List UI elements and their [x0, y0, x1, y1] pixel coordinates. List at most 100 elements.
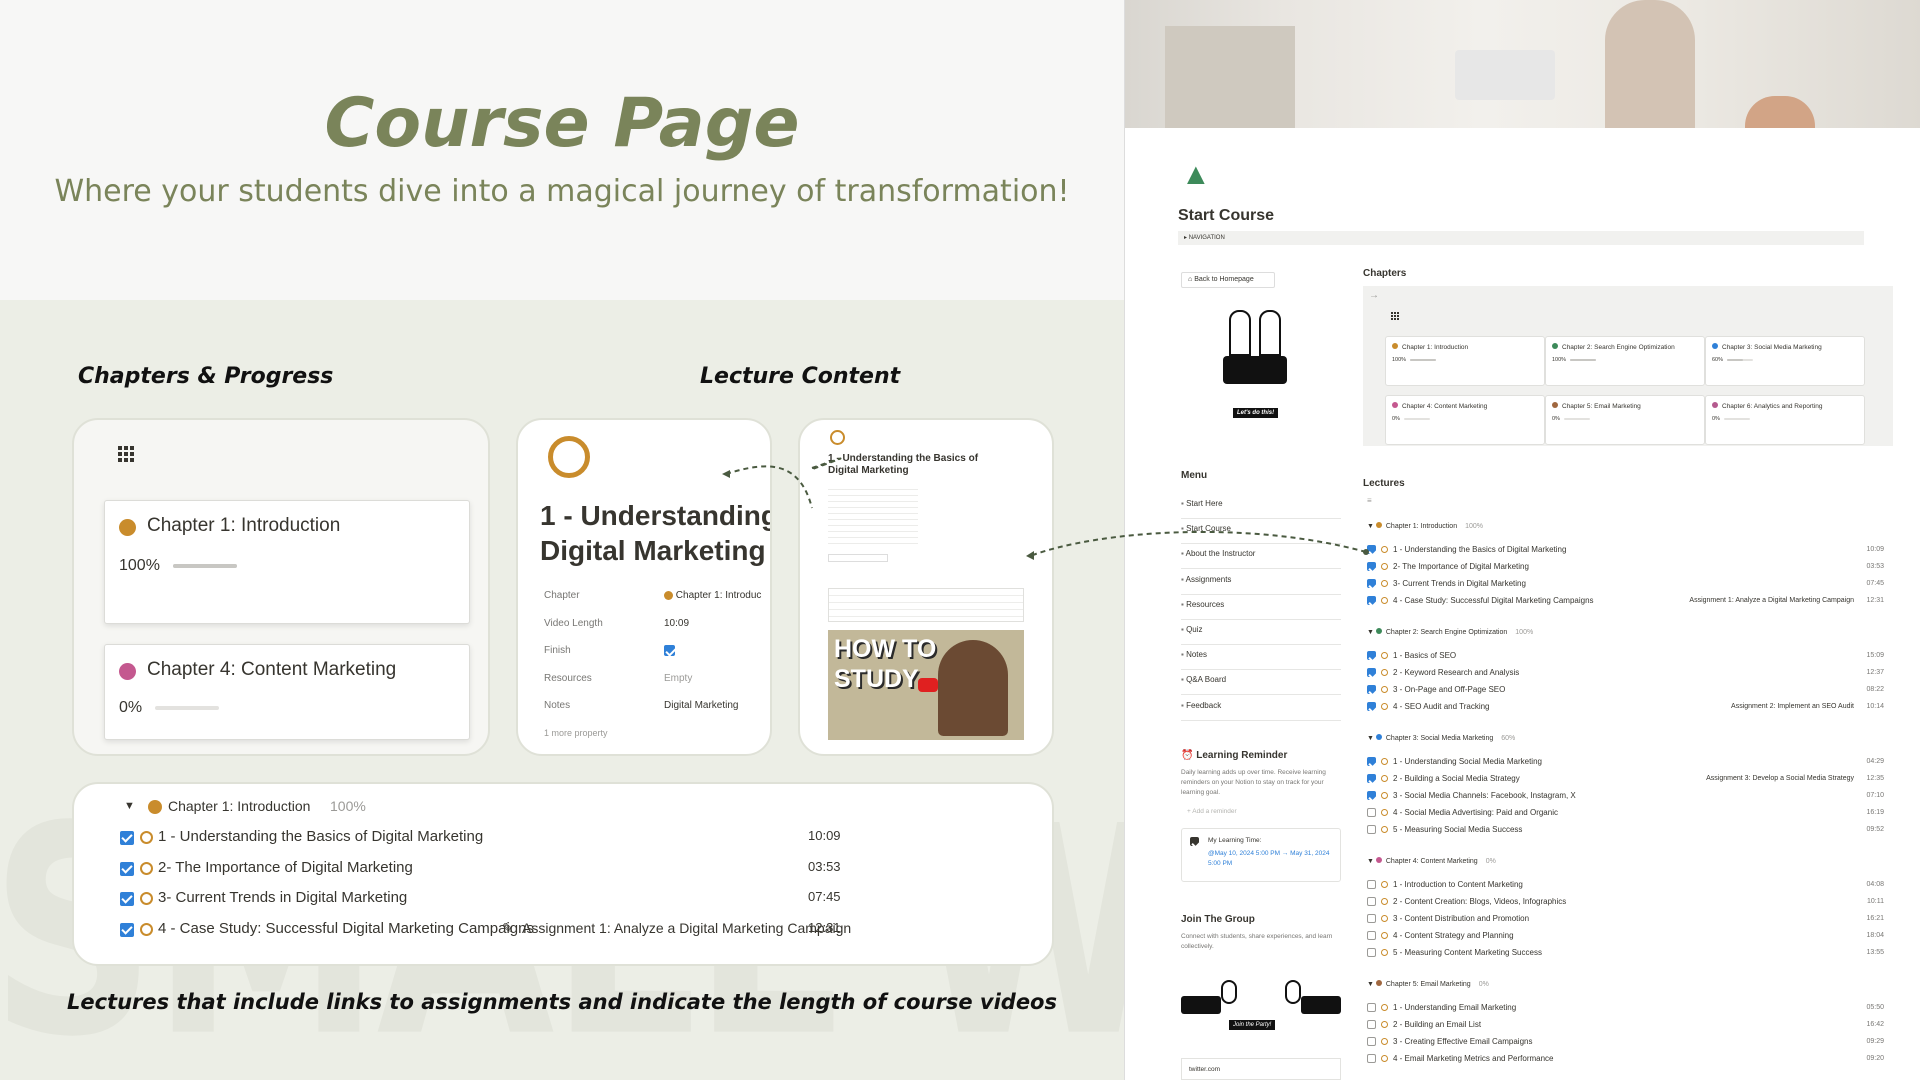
more-properties[interactable]: 1 more property [544, 720, 770, 748]
chapter-card[interactable]: Chapter 1: Introduction 100% [1385, 336, 1545, 386]
checkbox[interactable] [120, 861, 134, 876]
table-row[interactable]: 1 - Understanding Social Media Marketing… [1367, 754, 1892, 770]
group-header[interactable]: ▼ Chapter 4: Content Marketing 0% [1367, 857, 1496, 865]
play-icon[interactable] [918, 678, 938, 692]
chapter-card[interactable]: Chapter 6: Analytics and Reporting 0% [1705, 395, 1865, 445]
table-row[interactable]: 3 - Content Distribution and Promotion 16… [1367, 911, 1892, 927]
collapse-toggle-icon[interactable]: ▼ [1367, 858, 1376, 865]
menu-item[interactable]: ▪ Q&A Board [1181, 670, 1341, 696]
prop-row[interactable]: Chapter Chapter 1: Introduc [544, 582, 770, 610]
menu-item[interactable]: ▪ Notes [1181, 645, 1341, 671]
table-row[interactable]: 4 - Social Media Advertising: Paid and O… [1367, 805, 1892, 821]
arrow-icon[interactable]: → [1369, 290, 1379, 301]
table-row[interactable]: 4 - Case Study: Successful Digital Marke… [120, 920, 1020, 944]
twitter-link[interactable]: twitter.com [1181, 1058, 1341, 1080]
group-header[interactable]: ▼ Chapter 1: Introduction 100% [1367, 522, 1483, 530]
checkbox[interactable] [1367, 880, 1376, 889]
table-row[interactable]: 3 - Creating Effective Email Campaigns 09… [1367, 1034, 1892, 1050]
checkbox[interactable] [1367, 825, 1376, 834]
table-row[interactable]: 4 - Content Strategy and Planning 18:04 [1367, 928, 1892, 944]
checkbox[interactable] [1367, 948, 1376, 957]
checkbox[interactable] [1367, 1003, 1376, 1012]
table-row[interactable]: 4 - Email Marketing Metrics and Performa… [1367, 1051, 1892, 1067]
table-row[interactable]: 1 - Introduction to Content Marketing 04:… [1367, 877, 1892, 893]
table-row[interactable]: 1 - Understanding the Basics of Digital … [1367, 542, 1892, 558]
table-row[interactable]: 2 - Keyword Research and Analysis 12:37 [1367, 665, 1892, 681]
checkbox[interactable] [1367, 774, 1376, 783]
checkbox[interactable] [1367, 757, 1376, 766]
checkbox[interactable] [1367, 1020, 1376, 1029]
chapter-card[interactable]: Chapter 5: Email Marketing 0% [1545, 395, 1705, 445]
menu-item[interactable]: ▪ Resources [1181, 595, 1341, 620]
menu-item[interactable]: ▪ Assignments [1181, 570, 1341, 595]
collapse-toggle-icon[interactable]: ▼ [1367, 981, 1376, 988]
checkbox[interactable] [1367, 579, 1376, 588]
checkbox[interactable] [120, 922, 134, 937]
assignment-link[interactable]: Assignment 1: Analyze a Digital Marketin… [522, 920, 851, 936]
table-row[interactable]: 3- Current Trends in Digital Marketing 07… [1367, 576, 1892, 592]
chapter-card[interactable]: Chapter 1: Introduction 100% [104, 500, 470, 624]
navigation-toggle[interactable]: ▸ NAVIGATION [1178, 231, 1864, 245]
menu-item[interactable]: ▪ Start Here [1181, 494, 1341, 519]
checkbox[interactable] [1367, 914, 1376, 923]
chapter-card[interactable]: Chapter 4: Content Marketing 0% [1385, 395, 1545, 445]
menu-item[interactable]: ▪ About the Instructor [1181, 544, 1341, 570]
table-row[interactable]: 2 - Content Creation: Blogs, Videos, Inf… [1367, 894, 1892, 910]
list-view-icon[interactable]: ≡ [1367, 496, 1372, 505]
checkbox[interactable] [120, 831, 134, 845]
menu-item[interactable]: ▪ Feedback [1181, 696, 1341, 721]
prop-row[interactable]: Finish [544, 637, 770, 665]
table-row[interactable]: 4 - Case Study: Successful Digital Marke… [1367, 593, 1892, 609]
checkbox[interactable] [1367, 685, 1376, 694]
prop-row[interactable]: Resources Empty [544, 665, 770, 693]
collapse-toggle-icon[interactable]: ▼ [124, 800, 135, 812]
checkbox[interactable] [1367, 808, 1376, 817]
checkbox[interactable] [1367, 545, 1376, 554]
table-row[interactable]: 5 - Measuring Social Media Success 09:52 [1367, 822, 1892, 838]
checkbox[interactable] [1367, 668, 1376, 677]
assignment-link[interactable]: Assignment 2: Implement an SEO Audit [1731, 699, 1854, 715]
chapter-card[interactable]: Chapter 3: Social Media Marketing 60% [1705, 336, 1865, 386]
prop-row[interactable]: Notes Digital Marketing [544, 692, 770, 720]
chapter-card[interactable]: Chapter 2: Search Engine Optimization 100… [1545, 336, 1705, 386]
checkbox[interactable] [1367, 931, 1376, 940]
group-header[interactable]: ▼ Chapter 3: Social Media Marketing 60% [1367, 734, 1515, 742]
table-row[interactable]: 1 - Understanding Email Marketing 05:50 [1367, 1000, 1892, 1016]
checkbox[interactable] [1367, 791, 1376, 800]
checkbox[interactable] [1367, 651, 1376, 660]
table-row[interactable]: 3 - Social Media Channels: Facebook, Ins… [1367, 788, 1892, 804]
video-thumbnail[interactable]: HOW TO STUDY [828, 630, 1024, 740]
table-row[interactable]: 4 - SEO Audit and Tracking Assignment 2: … [1367, 699, 1892, 715]
chapter-card[interactable]: Chapter 4: Content Marketing 0% [104, 644, 470, 740]
table-row[interactable]: 2 - Building a Social Media Strategy Assi… [1367, 771, 1892, 787]
assignment-link[interactable]: Assignment 1: Analyze a Digital Marketin… [1689, 593, 1854, 609]
menu-item[interactable]: ▪ Quiz [1181, 620, 1341, 645]
back-to-homepage-button[interactable]: ⌂ Back to Homepage [1181, 272, 1275, 288]
checkbox[interactable] [1367, 1037, 1376, 1046]
group-header[interactable]: ▼ Chapter 2: Search Engine Optimization 1… [1367, 628, 1533, 636]
collapse-toggle-icon[interactable]: ▼ [1367, 523, 1376, 530]
table-row[interactable]: 1 - Basics of SEO 15:09 [1367, 648, 1892, 664]
table-row[interactable]: 2 - Building an Email List 16:42 [1367, 1017, 1892, 1033]
checkbox[interactable] [1367, 897, 1376, 906]
finish-checkbox[interactable] [664, 644, 675, 656]
table-row[interactable]: 3 - On-Page and Off-Page SEO 08:22 [1367, 682, 1892, 698]
checkbox[interactable] [1367, 562, 1376, 571]
checkbox[interactable] [1367, 1054, 1376, 1063]
collapse-toggle-icon[interactable]: ▼ [1367, 629, 1376, 636]
add-reminder-button[interactable]: + Add a reminder [1187, 808, 1237, 815]
table-row[interactable]: 1 - Understanding the Basics of Digital … [120, 828, 1020, 852]
checkbox[interactable] [120, 892, 134, 906]
group-header[interactable]: ▼ Chapter 5: Email Marketing 0% [1367, 980, 1489, 988]
table-row[interactable]: 2- The Importance of Digital Marketing 03… [120, 859, 1020, 883]
checkbox[interactable] [1367, 596, 1376, 605]
checkbox[interactable] [1367, 702, 1376, 711]
collapse-toggle-icon[interactable]: ▼ [1367, 735, 1376, 742]
menu-item[interactable]: ▪ Start Course [1181, 519, 1341, 545]
learning-time-value[interactable]: @May 10, 2024 5:00 PM → May 31, 2024 5:0… [1208, 849, 1338, 869]
table-row[interactable]: 5 - Measuring Content Marketing Success 1… [1367, 945, 1892, 961]
table-row[interactable]: 2- The Importance of Digital Marketing 03… [1367, 559, 1892, 575]
back-button[interactable] [828, 554, 888, 562]
assignment-link[interactable]: Assignment 3: Develop a Social Media Str… [1706, 771, 1854, 787]
prop-row[interactable]: Video Length 10:09 [544, 610, 770, 638]
